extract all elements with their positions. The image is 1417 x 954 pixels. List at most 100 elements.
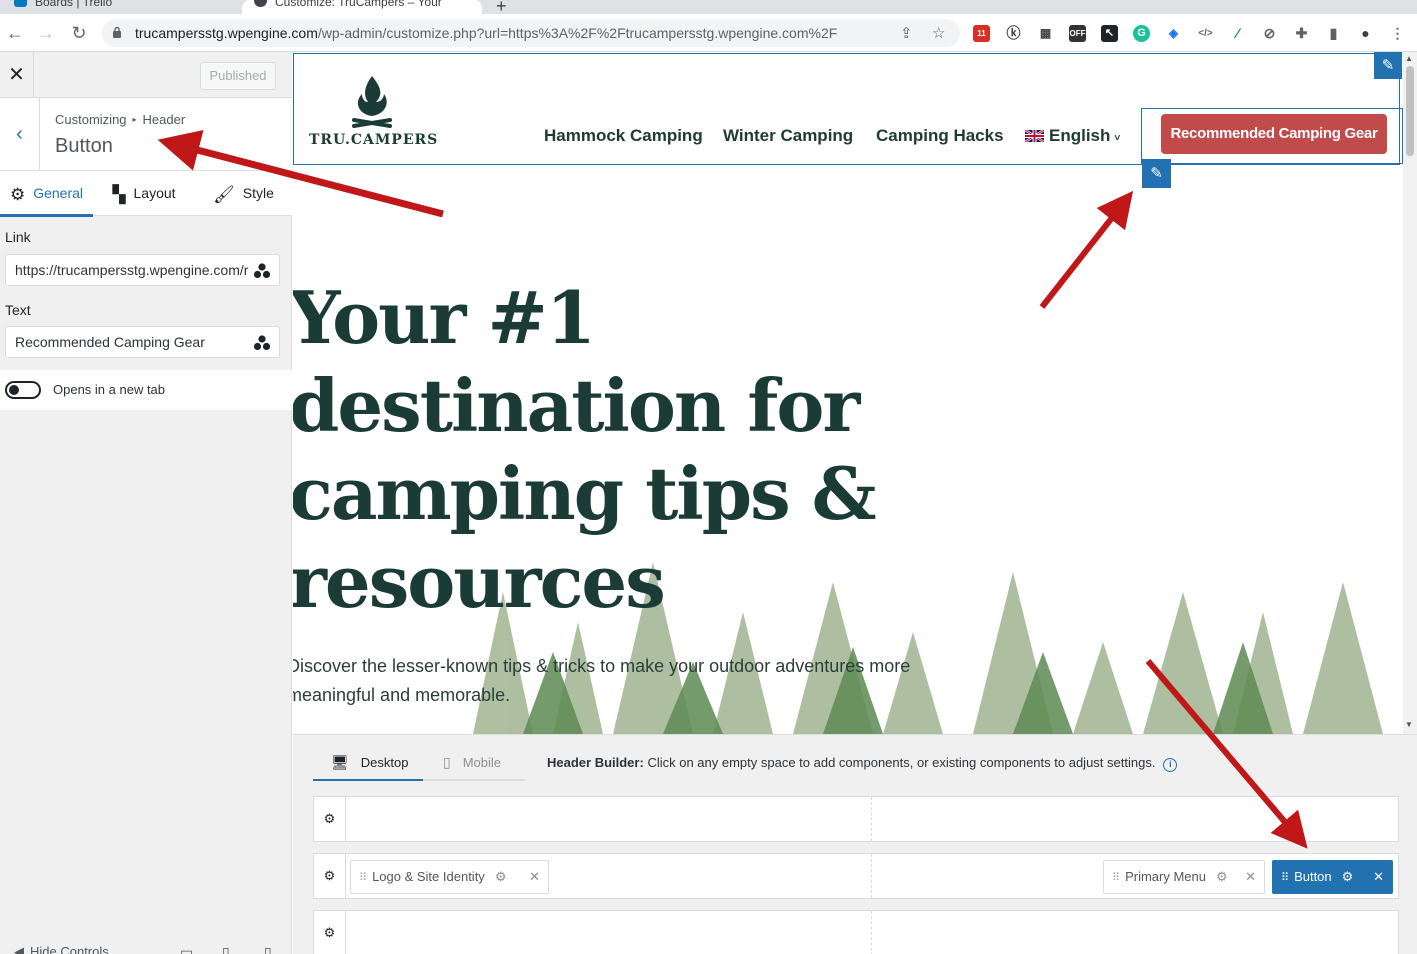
component-remove-icon[interactable]: ✕ [1373,861,1384,893]
drag-handle-icon[interactable]: ⠿ [359,862,367,894]
url-host: trucampersstg.wpengine.com [135,25,318,41]
back-chevron-icon[interactable]: ‹ [0,98,40,170]
note-heading: Header Builder: [547,755,644,770]
component-button[interactable]: ⠿ Button ⚙ ✕ [1272,860,1393,894]
button-edit-pencil-icon[interactable]: ✎ [1142,159,1171,188]
hide-controls-button[interactable]: ◀ Hide Controls [14,944,109,954]
browser-toolbar: ← → ↻ trucampersstg.wpengine.com/wp-admi… [0,14,1417,52]
code-extension-icon[interactable]: </> [1197,25,1214,42]
component-gear-icon[interactable]: ⚙ [1216,861,1228,893]
settings-tabs: ⚙ General ▚ Layout 🖌 Style [0,170,292,217]
wordpress-icon [254,0,267,7]
chevron-down-icon: ˅ [1114,133,1121,144]
component-gear-icon[interactable]: ⚙ [495,861,507,893]
url-path: /wp-admin/customize.php?url=https%3A%2F%… [317,25,838,41]
text-value: Recommended Camping Gear [15,334,205,350]
browser-tab-trello[interactable]: Boards | Trello [14,0,234,14]
bookmark-star-icon[interactable]: ☆ [932,24,945,42]
row-settings-gear-icon[interactable]: ⚙ [314,911,346,954]
new-tab-toggle[interactable] [5,381,41,399]
scroll-thumb[interactable] [1406,66,1414,156]
cursor-extension-icon[interactable]: ↖ [1101,25,1118,42]
header-builder-panel: 🖥 Desktop ▯ Mobile Header Builder: Click o… [293,734,1417,954]
reload-icon[interactable]: ↻ [69,23,89,43]
tab-desktop[interactable]: 🖥 Desktop [313,747,423,781]
forward-arrow-icon[interactable]: → [36,23,56,43]
mobile-icon: ▯ [443,754,451,770]
component-remove-icon[interactable]: ✕ [529,861,540,893]
back-arrow-icon[interactable]: ← [5,23,25,43]
dynamic-content-icon[interactable] [253,263,271,279]
calendar-extension-icon[interactable]: 11 [973,25,990,42]
hero-subtitle: Discover the lesser-known tips & tricks … [293,656,911,705]
menu-kebab-icon[interactable]: ⋮ [1389,25,1406,42]
tab-label: Style [242,185,274,201]
sidebar-footer: ◀ Hide Controls ▭ ▯ ▯ [0,940,292,954]
close-icon[interactable]: ✕ [0,52,34,98]
blocker-extension-icon[interactable]: ⊘ [1261,25,1278,42]
scroll-down-icon[interactable]: ▼ [1405,720,1413,729]
note-text: Click on any empty space to add componen… [647,755,1156,770]
row-settings-gear-icon[interactable]: ⚙ [314,797,346,841]
preview-scrollbar[interactable]: ▲ ▼ [1403,52,1417,734]
triangle-right-icon: ▸ [132,115,137,124]
trello-icon [14,0,27,7]
component-logo[interactable]: ⠿ Logo & Site Identity ⚙ ✕ [350,860,549,894]
browser-tab-customizer[interactable]: Customize: TruCampers – Your [242,0,482,14]
extension-k-icon[interactable]: ⓚ [1005,25,1022,42]
pen-extension-icon[interactable]: ∕ [1229,25,1246,42]
tab-mobile[interactable]: ▯ Mobile [423,747,525,781]
qr-code-icon[interactable]: ▦ [1037,25,1054,42]
hide-icon: ◀ [14,944,24,954]
grammarly-icon[interactable]: G [1133,25,1150,42]
drag-handle-icon[interactable]: ⠿ [1112,862,1120,894]
side-panel-icon[interactable]: ▮ [1325,25,1342,42]
tab-style[interactable]: 🖌 Style [195,171,292,217]
tab-title: Boards | Trello [35,0,113,9]
sidebar-top-bar: ✕ Published [0,52,292,98]
dynamic-content-icon[interactable] [253,335,271,351]
recommended-gear-button[interactable]: Recommended Camping Gear [1161,114,1387,154]
published-button[interactable]: Published [200,62,276,90]
section-header: ‹ Customizing ▸ Header Button ⚙ General ▚ La… [0,98,292,217]
component-gear-icon[interactable]: ⚙ [1342,861,1354,893]
text-label: Text [5,302,31,318]
share-icon[interactable]: ⇪ [900,24,913,42]
row-divider [871,797,872,841]
breadcrumb-parent: Header [142,112,186,127]
address-url: trucampersstg.wpengine.com/wp-admin/cust… [135,25,837,41]
link-field[interactable]: https://trucampersstg.wpengine.com/r [5,254,280,286]
tablet-preview-icon[interactable]: ▯ [222,944,230,954]
tag-extension-icon[interactable]: ◈ [1165,25,1182,42]
row-settings-gear-icon[interactable]: ⚙ [314,854,346,898]
menu-item-hammock-camping[interactable]: Hammock Camping [544,126,703,146]
header-edit-pencil-icon[interactable]: ✎ [1374,52,1402,79]
puzzle-icon[interactable]: ✚ [1293,25,1310,42]
off-extension-icon[interactable]: OFF [1069,25,1086,42]
desktop-preview-icon[interactable]: ▭ [180,944,193,954]
site-preview: TRU.CAMPERS Hammock Camping Winter Campi… [293,52,1417,734]
profile-avatar-icon[interactable]: ● [1357,25,1374,42]
component-remove-icon[interactable]: ✕ [1245,861,1256,893]
header-row-bottom[interactable]: ⚙ [313,910,1399,954]
tab-layout[interactable]: ▚ Layout [93,171,195,217]
drag-handle-icon[interactable]: ⠿ [1281,862,1289,894]
component-primary-menu[interactable]: ⠿ Primary Menu ⚙ ✕ [1103,860,1265,894]
info-icon[interactable]: i [1163,758,1178,772]
tab-title: Customize: TruCampers – Your [275,0,442,9]
screen: Boards | Trello Customize: TruCampers – … [0,0,1417,954]
mobile-preview-icon[interactable]: ▯ [264,944,272,954]
address-bar[interactable]: trucampersstg.wpengine.com/wp-admin/cust… [102,19,960,47]
menu-item-winter-camping[interactable]: Winter Camping [723,126,853,146]
tab-general[interactable]: ⚙ General [0,171,93,217]
header-builder-note: Header Builder: Click on any empty space… [547,755,1178,772]
text-field[interactable]: Recommended Camping Gear [5,326,280,358]
menu-item-camping-hacks[interactable]: Camping Hacks [876,126,1004,146]
scroll-up-icon[interactable]: ▲ [1405,54,1413,63]
gear-icon: ⚙ [9,185,26,204]
header-row-top[interactable]: ⚙ [313,796,1399,842]
header-row-main[interactable]: ⚙ ⠿ Logo & Site Identity ⚙ ✕ ⠿ Primary Menu ⚙… [313,853,1399,899]
language-switcher[interactable]: English ˅ [1025,126,1120,146]
component-label: Logo & Site Identity [372,869,485,884]
lock-icon [113,26,121,38]
